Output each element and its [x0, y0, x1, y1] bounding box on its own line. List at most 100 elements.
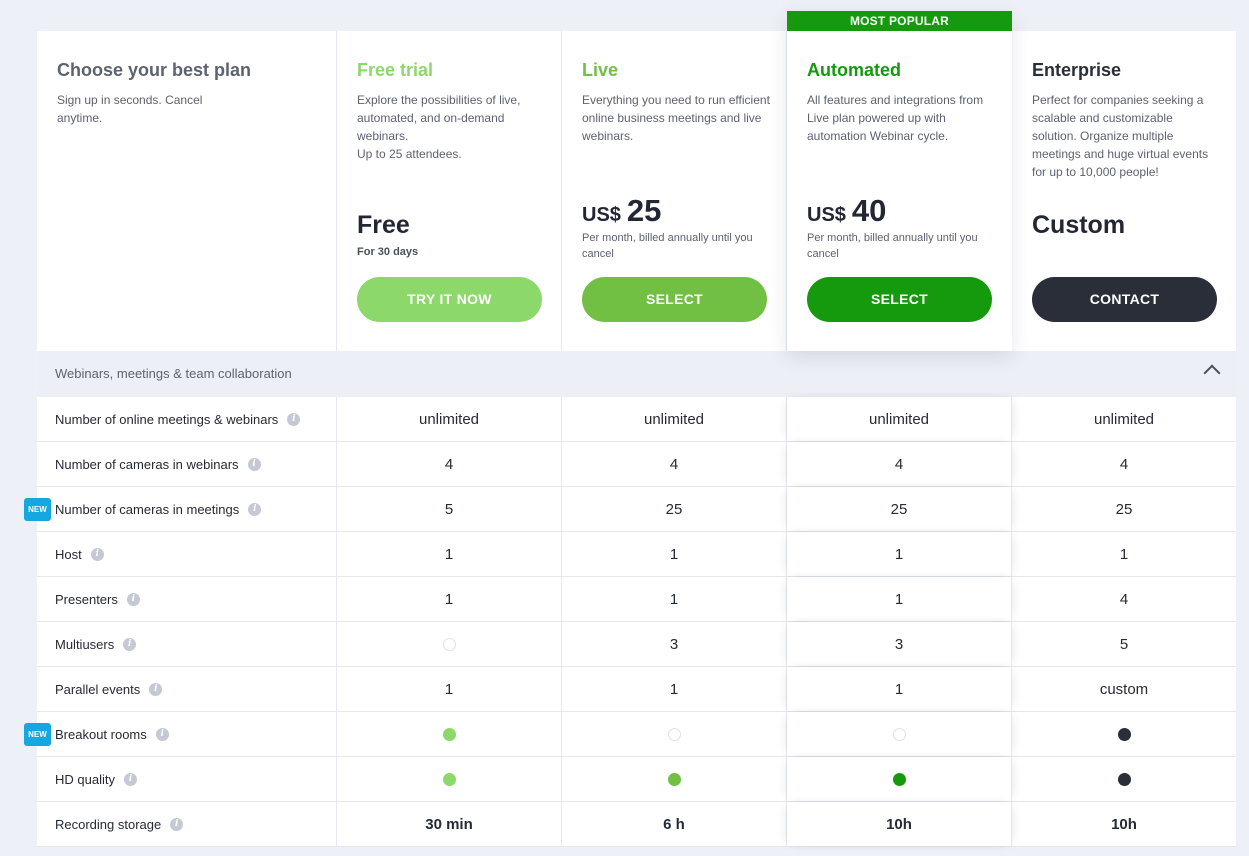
- pricing-header: Choose your best plan Sign up in seconds…: [37, 31, 1236, 351]
- feature-value-automated: 25: [787, 487, 1012, 531]
- feature-value-text: 1: [669, 545, 679, 563]
- feature-value-text: 1: [669, 590, 679, 608]
- plan-enterprise: Enterprise Perfect for companies seeking…: [1012, 31, 1236, 351]
- new-badge: NEW: [24, 498, 51, 521]
- section-title: Webinars, meetings & team collaboration: [55, 366, 292, 381]
- price-currency: US$: [807, 204, 846, 226]
- feature-label: Recording storage i: [37, 802, 337, 846]
- info-icon[interactable]: i: [247, 457, 261, 471]
- feature-value-enterprise: [1012, 757, 1236, 801]
- feature-value-free-trial: 5: [337, 487, 562, 531]
- feature-label: Parallel events i: [37, 667, 337, 711]
- plan-description: Explore the possibilities of live, autom…: [357, 93, 521, 161]
- feature-value-text: 1: [894, 590, 904, 608]
- feature-label-text: Multiusers: [55, 636, 115, 652]
- select-live-button[interactable]: SELECT: [582, 277, 767, 322]
- feature-label: HD quality i: [37, 757, 337, 801]
- info-icon[interactable]: i: [123, 772, 137, 786]
- feature-value-live: 6 h: [562, 802, 787, 846]
- info-icon[interactable]: i: [170, 817, 184, 831]
- feature-value-automated: 3: [787, 622, 1012, 666]
- feature-value-text: 3: [669, 635, 679, 653]
- feature-value-text: custom: [1099, 680, 1149, 698]
- feature-value-enterprise: 5: [1012, 622, 1236, 666]
- filled-circle-icon: [667, 772, 681, 786]
- page-subtitle: Sign up in seconds. Cancel anytime.: [57, 93, 203, 125]
- feature-value-text: 25: [890, 500, 908, 518]
- info-icon[interactable]: i: [90, 547, 104, 561]
- feature-label-text: Host: [55, 546, 82, 562]
- info-icon[interactable]: i: [126, 592, 140, 606]
- feature-label: Multiusers i: [37, 622, 337, 666]
- feature-value-free-trial: [337, 622, 562, 666]
- feature-value-automated: 10h: [787, 802, 1012, 846]
- feature-value-free-trial: 30 min: [337, 802, 562, 846]
- feature-value-live: unlimited: [562, 397, 787, 441]
- feature-label: Presenters i: [37, 577, 337, 621]
- feature-label: Breakout rooms i: [37, 712, 337, 756]
- plan-price-note: Per month, billed annually until you can…: [582, 232, 753, 260]
- feature-value-enterprise: unlimited: [1012, 397, 1236, 441]
- select-automated-button[interactable]: SELECT: [807, 277, 992, 322]
- info-icon[interactable]: i: [287, 412, 301, 426]
- feature-value-enterprise: 10h: [1012, 802, 1236, 846]
- feature-value-free-trial: 1: [337, 667, 562, 711]
- feature-label-text: Parallel events: [55, 681, 141, 697]
- plan-name: Enterprise: [1032, 60, 1122, 80]
- feature-value-automated: 4: [787, 442, 1012, 486]
- feature-value-text: 4: [1119, 590, 1129, 608]
- info-icon[interactable]: i: [123, 637, 137, 651]
- feature-row: Number of cameras in meetings i NEW 5 25 25 25: [24, 487, 1236, 532]
- info-icon[interactable]: i: [155, 727, 169, 741]
- section-header[interactable]: Webinars, meetings & team collaboration: [37, 351, 1236, 397]
- feature-value-text: 3: [894, 635, 904, 653]
- plan-price: US$ 25: [582, 193, 661, 229]
- feature-label-text: Number of cameras in webinars: [55, 456, 239, 472]
- plan-description: Everything you need to run efficient onl…: [582, 93, 770, 143]
- feature-row: HD quality i: [37, 757, 1236, 802]
- feature-label: Number of online meetings & webinars i: [37, 397, 337, 441]
- plan-free-trial: Free trial Explore the possibilities of …: [337, 31, 562, 351]
- feature-value-text: 1: [444, 680, 454, 698]
- info-icon[interactable]: i: [248, 502, 262, 516]
- feature-value-free-trial: [337, 712, 562, 756]
- plan-price-note: Per month, billed annually until you can…: [807, 232, 978, 260]
- feature-row: Multiusers i 3 3 5: [37, 622, 1236, 667]
- filled-circle-icon: [442, 772, 456, 786]
- feature-value-enterprise: [1012, 712, 1236, 756]
- feature-row: Number of online meetings & webinars i unl…: [37, 397, 1236, 442]
- plan-name: Automated: [807, 60, 901, 80]
- plan-live: Live Everything you need to run efficien…: [562, 31, 787, 351]
- feature-label-text: Recording storage: [55, 816, 162, 832]
- feature-value-text: unlimited: [1093, 410, 1155, 428]
- plan-name: Live: [582, 60, 619, 80]
- feature-value-free-trial: unlimited: [337, 397, 562, 441]
- feature-value-text: 1: [444, 545, 454, 563]
- feature-value-live: 25: [562, 487, 787, 531]
- new-badge: NEW: [24, 723, 51, 746]
- feature-value-text: 5: [444, 500, 454, 518]
- contact-button[interactable]: CONTACT: [1032, 277, 1217, 322]
- filled-circle-icon: [442, 727, 456, 741]
- feature-value-live: 1: [562, 577, 787, 621]
- try-it-now-button[interactable]: TRY IT NOW: [357, 277, 542, 322]
- chevron-up-icon[interactable]: [1203, 364, 1221, 382]
- feature-value-free-trial: 1: [337, 577, 562, 621]
- feature-value-text: unlimited: [418, 410, 480, 428]
- feature-value-text: 10h: [886, 815, 912, 833]
- feature-value-text: 1: [444, 590, 454, 608]
- feature-label-text: Number of online meetings & webinars: [55, 411, 279, 427]
- plan-price-note: For 30 days: [357, 246, 419, 258]
- feature-label-text: HD quality: [55, 771, 115, 787]
- plan-description: All features and integrations from Live …: [807, 93, 984, 143]
- feature-row: Parallel events i 1 1 1 custom: [37, 667, 1236, 712]
- feature-value-free-trial: 4: [337, 442, 562, 486]
- info-icon[interactable]: i: [149, 682, 163, 696]
- feature-value-text: 5: [1119, 635, 1129, 653]
- feature-value-text: 1: [894, 680, 904, 698]
- feature-value-text: 1: [894, 545, 904, 563]
- page-title: Choose your best plan: [57, 60, 252, 80]
- plan-name: Free trial: [357, 60, 434, 80]
- feature-value-automated: [787, 712, 1012, 756]
- feature-value-enterprise: 4: [1012, 577, 1236, 621]
